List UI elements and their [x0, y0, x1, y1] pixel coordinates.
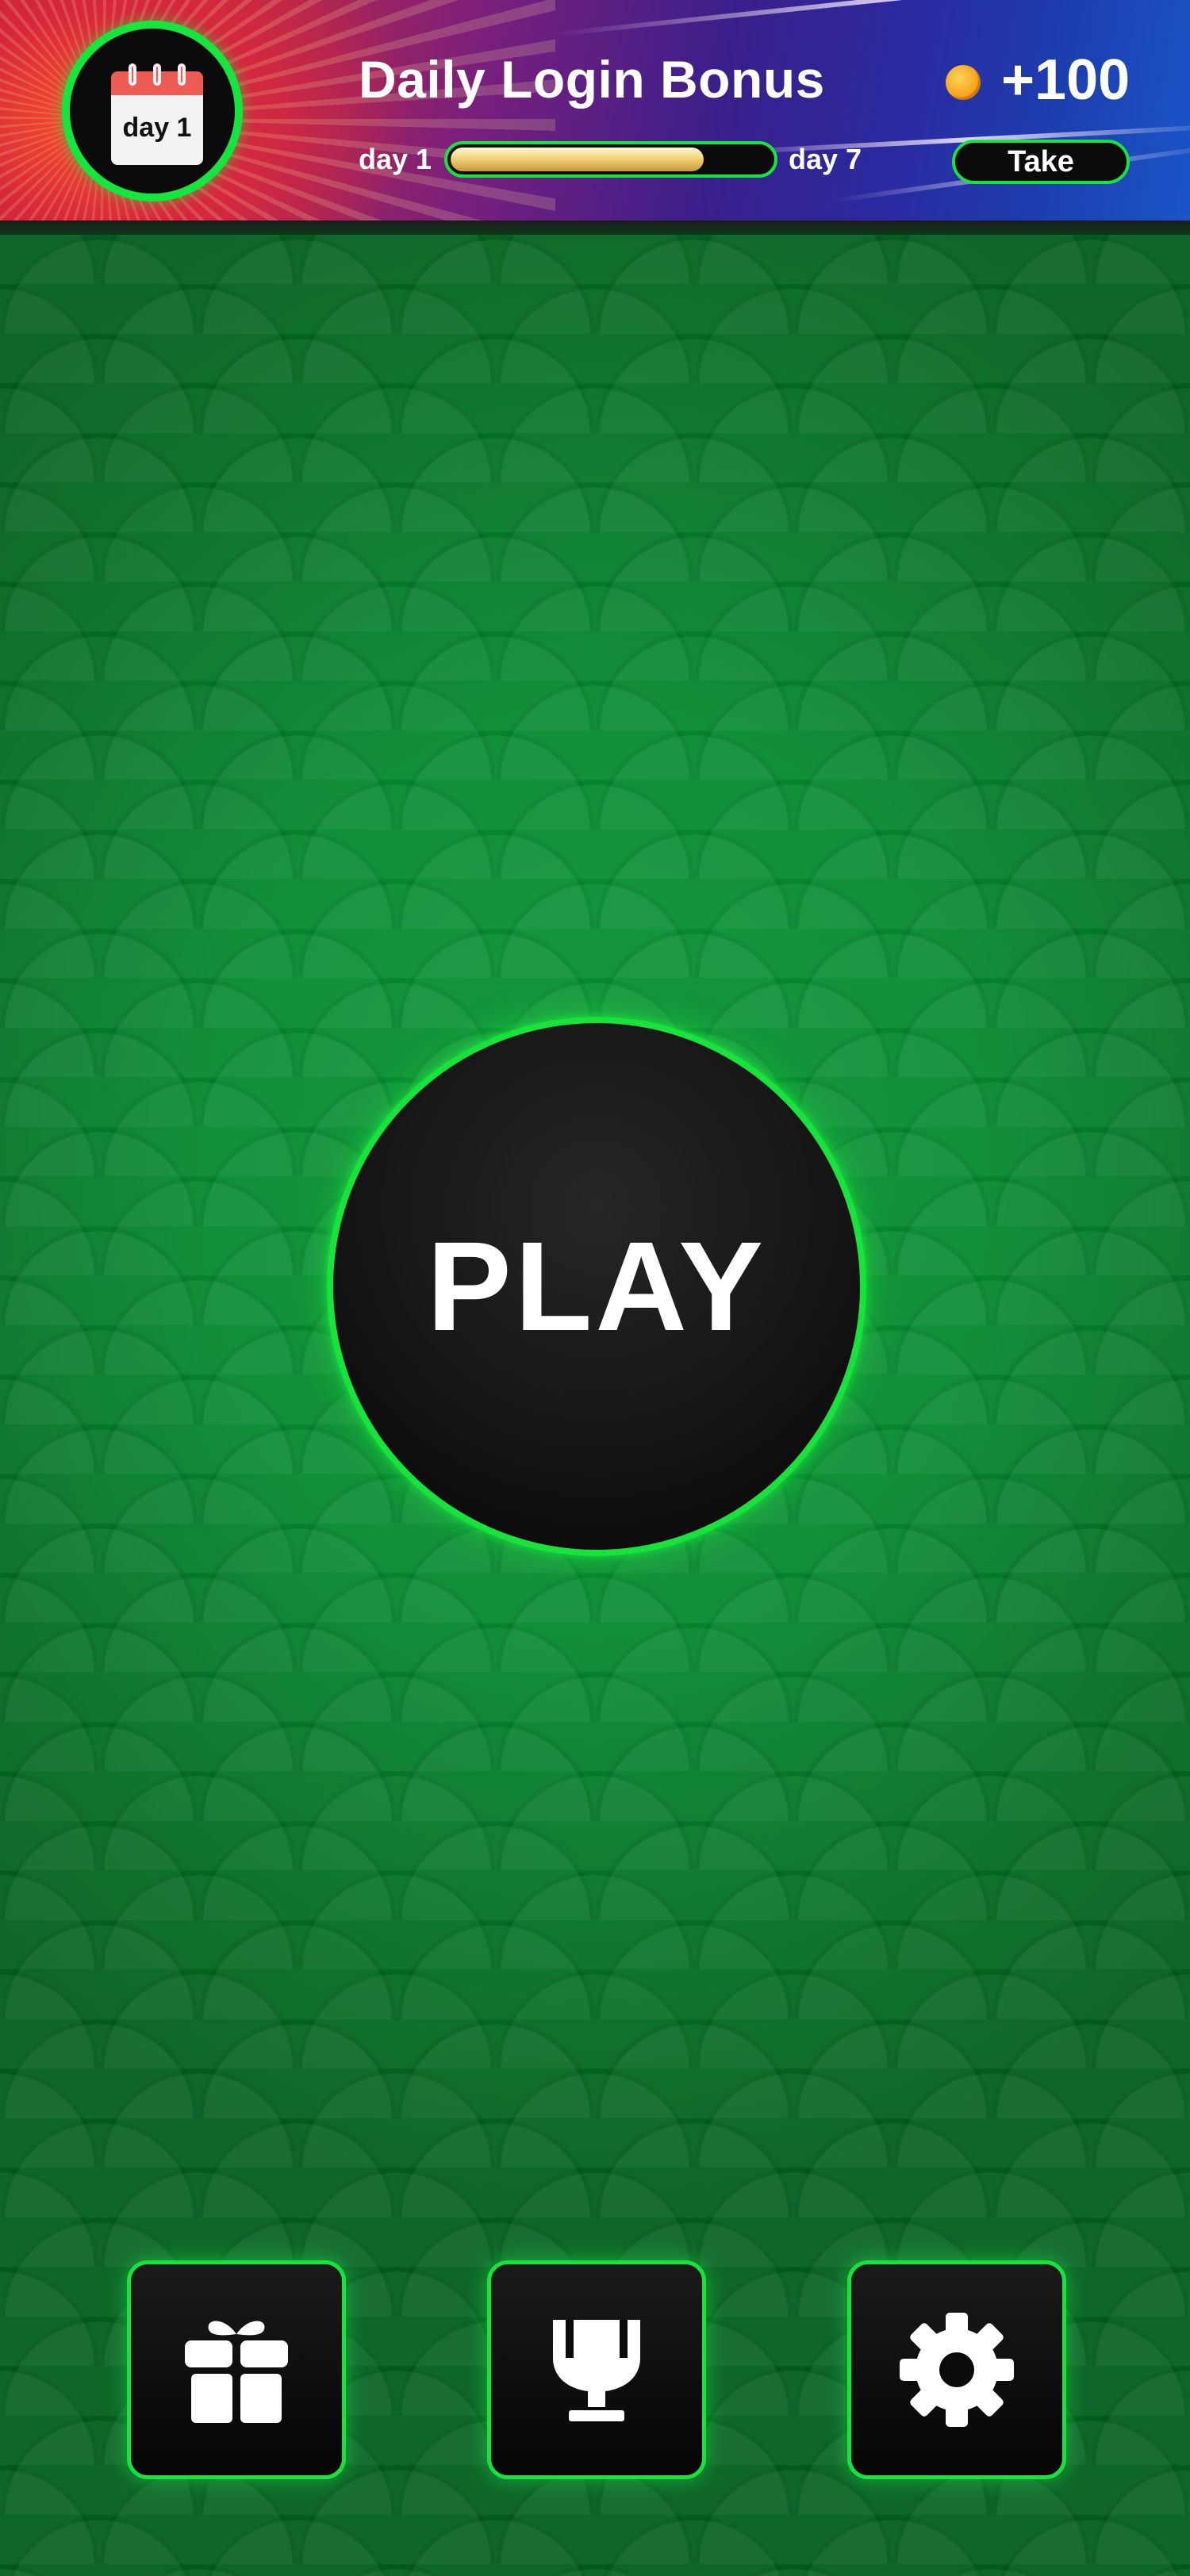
calendar-day-label: day 1: [122, 113, 192, 143]
trophy-button[interactable]: [487, 2260, 706, 2479]
daily-login-banner: day 1 Daily Login Bonus day 1 day 7 +100…: [0, 0, 1190, 224]
calendar-badge[interactable]: day 1: [62, 21, 243, 201]
gear-icon: [900, 2313, 1014, 2427]
bonus-progress-fill: [451, 148, 704, 171]
progress-end-label: day 7: [789, 143, 862, 175]
gift-button[interactable]: [127, 2260, 346, 2479]
coin-icon: [946, 65, 981, 100]
banner-divider: [0, 220, 1190, 235]
calendar-icon: day 1: [111, 63, 203, 165]
play-label: PLAY: [426, 1215, 767, 1357]
banner-streak: [555, 0, 1190, 36]
trophy-icon: [553, 2320, 640, 2421]
bonus-amount: +100: [1001, 48, 1130, 112]
settings-button[interactable]: [847, 2260, 1066, 2479]
bonus-title: Daily Login Bonus: [359, 50, 825, 109]
bonus-progress-bar: [444, 141, 777, 178]
take-button[interactable]: Take: [952, 140, 1130, 184]
progress-start-label: day 1: [359, 143, 432, 175]
play-button[interactable]: PLAY: [327, 1017, 866, 1556]
gift-icon: [185, 2321, 288, 2423]
